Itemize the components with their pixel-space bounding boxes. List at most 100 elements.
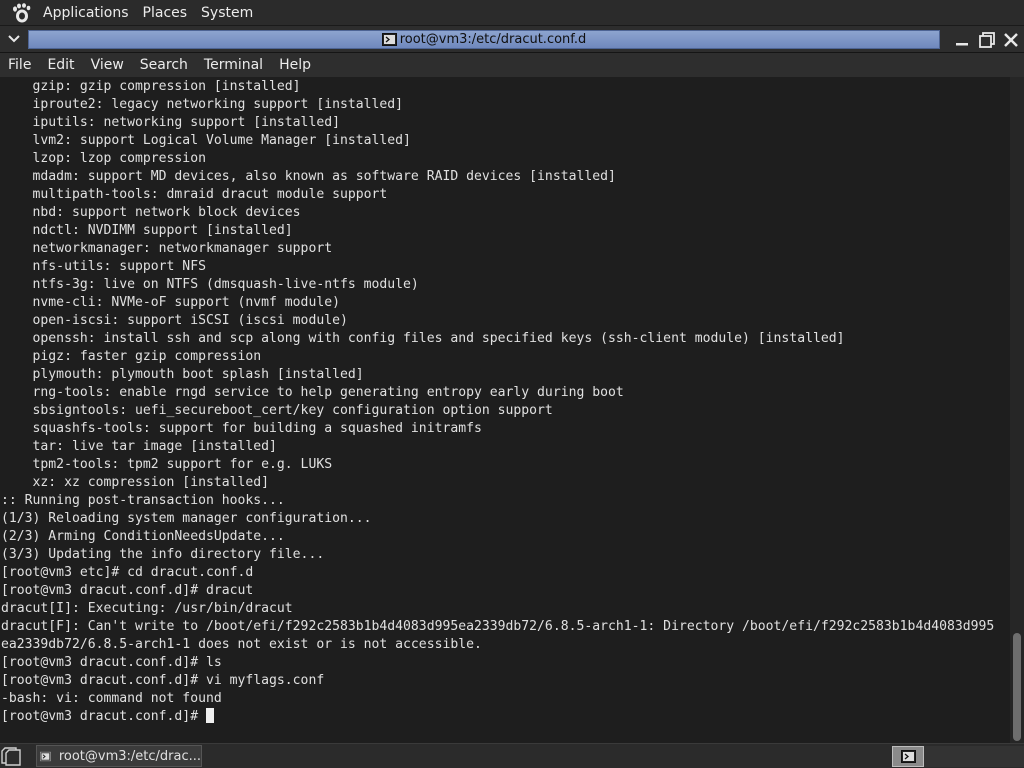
terminal-line: xz: xz compression [installed] xyxy=(1,474,1009,492)
terminal-line: sbsigntools: uefi_secureboot_cert/key co… xyxy=(1,402,1009,420)
terminal-line-text: dracut[F]: Can't write to /boot/efi/f292… xyxy=(1,619,995,634)
terminal-line-text: [root@vm3 dracut.conf.d]# ls xyxy=(1,655,222,670)
terminal-line-text: sbsigntools: uefi_secureboot_cert/key co… xyxy=(1,403,553,418)
terminal-line-text: ea2339db72/6.8.5-arch1-1 does not exist … xyxy=(1,637,482,652)
menu-terminal[interactable]: Terminal xyxy=(196,53,271,77)
terminal-cursor xyxy=(205,708,214,723)
terminal-line: gzip: gzip compression [installed] xyxy=(1,78,1009,96)
terminal-line: tar: live tar image [installed] xyxy=(1,438,1009,456)
terminal-line-text: multipath-tools: dmraid dracut module su… xyxy=(1,187,388,202)
terminal-line-text: :: Running post-transaction hooks... xyxy=(1,493,285,508)
terminal-icon xyxy=(40,751,51,761)
terminal-line-text: gzip: gzip compression [installed] xyxy=(1,79,301,94)
terminal-line-text: (1/3) Reloading system manager configura… xyxy=(1,511,372,526)
terminal-icon xyxy=(381,33,397,46)
taskbar-item-terminal[interactable]: root@vm3:/etc/drac... xyxy=(36,745,202,767)
terminal-line: ea2339db72/6.8.5-arch1-1 does not exist … xyxy=(1,636,1009,654)
menu-view[interactable]: View xyxy=(83,53,132,77)
terminal-line: rng-tools: enable rngd service to help g… xyxy=(1,384,1009,402)
terminal-line: iputils: networking support [installed] xyxy=(1,114,1009,132)
system-menu[interactable]: System xyxy=(194,0,260,26)
close-icon[interactable] xyxy=(1001,30,1021,50)
terminal-line-text: openssh: install ssh and scp along with … xyxy=(1,331,845,346)
terminal-line: [root@vm3 etc]# cd dracut.conf.d xyxy=(1,564,1009,582)
terminal-menubar: File Edit View Search Terminal Help xyxy=(0,53,1024,77)
workspace-1[interactable] xyxy=(892,746,924,767)
title-strip[interactable]: root@vm3:/etc/dracut.conf.d xyxy=(28,30,940,49)
terminal-line-text: [root@vm3 etc]# cd dracut.conf.d xyxy=(1,565,254,580)
terminal-line: networkmanager: networkmanager support xyxy=(1,240,1009,258)
terminal-line-text: tpm2-tools: tpm2 support for e.g. LUKS xyxy=(1,457,333,472)
terminal-scrollbar[interactable] xyxy=(1010,77,1024,743)
terminal-line: openssh: install ssh and scp along with … xyxy=(1,330,1009,348)
terminal-line-text: networkmanager: networkmanager support xyxy=(1,241,333,256)
terminal-icon xyxy=(900,750,916,763)
terminal-line: ndctl: NVDIMM support [installed] xyxy=(1,222,1009,240)
bottom-panel: root@vm3:/etc/drac... xyxy=(0,743,1024,768)
terminal-line-text: open-iscsi: support iSCSI (iscsi module) xyxy=(1,313,348,328)
maximize-icon[interactable] xyxy=(977,30,997,50)
window-titlebar[interactable]: root@vm3:/etc/dracut.conf.d xyxy=(0,26,1024,53)
applications-menu[interactable]: Applications xyxy=(36,0,136,26)
menu-search[interactable]: Search xyxy=(132,53,196,77)
terminal-line-text: ntfs-3g: live on NTFS (dmsquash-live-ntf… xyxy=(1,277,419,292)
terminal-line-text: tar: live tar image [installed] xyxy=(1,439,277,454)
scrollbar-thumb[interactable] xyxy=(1013,633,1021,741)
gnome-foot-icon[interactable] xyxy=(10,2,32,24)
terminal-line: ntfs-3g: live on NTFS (dmsquash-live-ntf… xyxy=(1,276,1009,294)
terminal-line-text: nbd: support network block devices xyxy=(1,205,301,220)
terminal-line-text: iproute2: legacy networking support [ins… xyxy=(1,97,404,112)
terminal-line: [root@vm3 dracut.conf.d]# xyxy=(1,708,1009,726)
terminal-line: lzop: lzop compression xyxy=(1,150,1009,168)
terminal-line: (1/3) Reloading system manager configura… xyxy=(1,510,1009,528)
terminal-line-text: plymouth: plymouth boot splash [installe… xyxy=(1,367,364,382)
terminal-line: (2/3) Arming ConditionNeedsUpdate... xyxy=(1,528,1009,546)
places-menu[interactable]: Places xyxy=(136,0,195,26)
terminal-line: nbd: support network block devices xyxy=(1,204,1009,222)
taskbar-item-label: root@vm3:/etc/drac... xyxy=(58,748,201,764)
terminal-line: nvme-cli: NVMe-oF support (nvmf module) xyxy=(1,294,1009,312)
terminal-line: plymouth: plymouth boot splash [installe… xyxy=(1,366,1009,384)
terminal-line-text: lvm2: support Logical Volume Manager [in… xyxy=(1,133,411,148)
menu-file[interactable]: File xyxy=(0,53,39,77)
terminal-line: pigz: faster gzip compression xyxy=(1,348,1009,366)
terminal-line: iproute2: legacy networking support [ins… xyxy=(1,96,1009,114)
terminal-line: dracut[F]: Can't write to /boot/efi/f292… xyxy=(1,618,1009,636)
terminal-line: squashfs-tools: support for building a s… xyxy=(1,420,1009,438)
terminal-line-text: (3/3) Updating the info directory file..… xyxy=(1,547,325,562)
terminal-line: multipath-tools: dmraid dracut module su… xyxy=(1,186,1009,204)
terminal-line-text: mdadm: support MD devices, also known as… xyxy=(1,169,616,184)
show-desktop-icon[interactable] xyxy=(0,745,22,767)
terminal-line: -bash: vi: command not found xyxy=(1,690,1009,708)
terminal-line: [root@vm3 dracut.conf.d]# vi myflags.con… xyxy=(1,672,1009,690)
minimize-icon[interactable] xyxy=(952,30,972,50)
terminal-area[interactable]: gzip: gzip compression [installed] iprou… xyxy=(0,77,1010,743)
menu-edit[interactable]: Edit xyxy=(39,53,82,77)
terminal-line: open-iscsi: support iSCSI (iscsi module) xyxy=(1,312,1009,330)
terminal-line-text: ndctl: NVDIMM support [installed] xyxy=(1,223,293,238)
terminal-line-text: [root@vm3 dracut.conf.d]# dracut xyxy=(1,583,254,598)
terminal-line: (3/3) Updating the info directory file..… xyxy=(1,546,1009,564)
terminal-line: mdadm: support MD devices, also known as… xyxy=(1,168,1009,186)
terminal-line-text: -bash: vi: command not found xyxy=(1,691,222,706)
top-panel: Applications Places System xyxy=(0,0,1024,26)
terminal-line-text: lzop: lzop compression xyxy=(1,151,206,166)
terminal-line-text: [root@vm3 dracut.conf.d]# vi myflags.con… xyxy=(1,673,325,688)
terminal-line-text: squashfs-tools: support for building a s… xyxy=(1,421,482,436)
workspace-2[interactable] xyxy=(924,746,1024,767)
terminal-line-text: xz: xz compression [installed] xyxy=(1,475,270,490)
terminal-line-text: nvme-cli: NVMe-oF support (nvmf module) xyxy=(1,295,340,310)
terminal-line: [root@vm3 dracut.conf.d]# dracut xyxy=(1,582,1009,600)
terminal-line-text: (2/3) Arming ConditionNeedsUpdate... xyxy=(1,529,285,544)
terminal-line-text: [root@vm3 dracut.conf.d]# xyxy=(1,709,206,724)
terminal-line: [root@vm3 dracut.conf.d]# ls xyxy=(1,654,1009,672)
terminal-line-text: nfs-utils: support NFS xyxy=(1,259,206,274)
menu-help[interactable]: Help xyxy=(271,53,319,77)
terminal-line-text: pigz: faster gzip compression xyxy=(1,349,262,364)
terminal-line-text: dracut[I]: Executing: /usr/bin/dracut xyxy=(1,601,293,616)
terminal-line: nfs-utils: support NFS xyxy=(1,258,1009,276)
terminal-line-text: iputils: networking support [installed] xyxy=(1,115,340,130)
terminal-line: lvm2: support Logical Volume Manager [in… xyxy=(1,132,1009,150)
chevron-down-icon[interactable] xyxy=(4,29,24,49)
terminal-line: dracut[I]: Executing: /usr/bin/dracut xyxy=(1,600,1009,618)
